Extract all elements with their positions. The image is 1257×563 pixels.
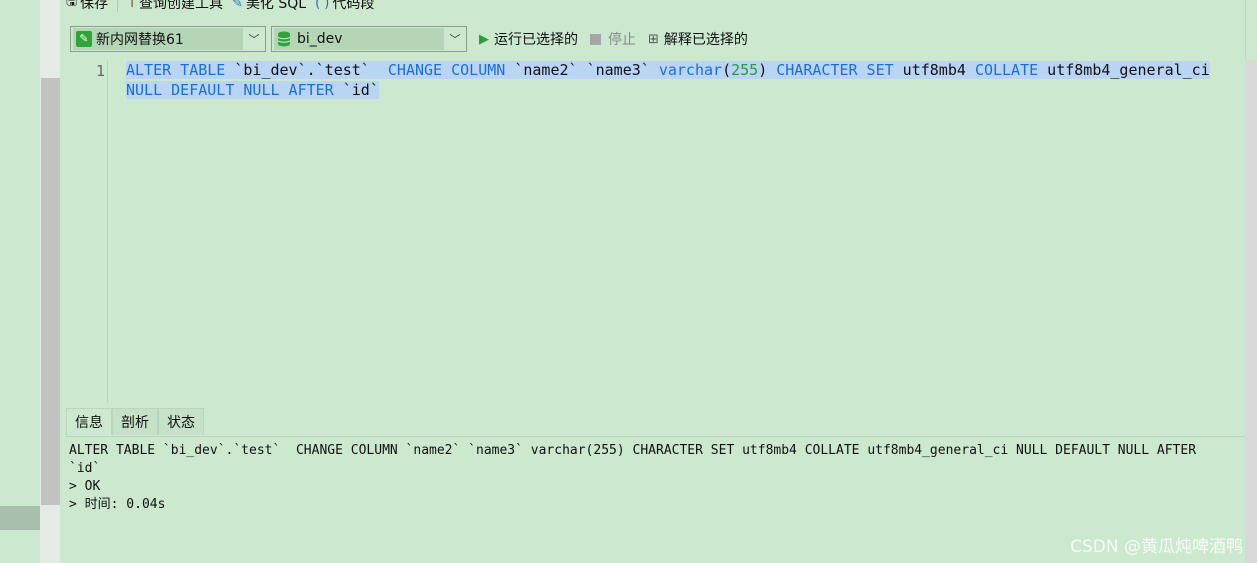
code-token: 255 xyxy=(731,61,759,79)
code-token: COLLATE xyxy=(974,61,1039,79)
code-token: utf8mb4 xyxy=(893,61,975,79)
save-button[interactable]: 🖫 保存 xyxy=(66,0,108,14)
beautify-sql-button[interactable]: ✎ 美化 SQL xyxy=(232,0,306,13)
result-line: `id` xyxy=(69,461,101,476)
code-line: NULL DEFAULT NULL AFTER `id` xyxy=(126,80,1226,100)
main-toolbar: 🖫 保存 T 查询创建工具 ✎ 美化 SQL ( ) 代码段 xyxy=(66,0,383,14)
connection-select[interactable]: ✎ 新内网替换61 ﹀ xyxy=(70,26,266,52)
result-panel: ALTER TABLE `bi_dev`.`test` CHANGE COLUM… xyxy=(66,436,1245,563)
stop-label: 停止 xyxy=(608,32,636,48)
code-snippet-button[interactable]: ( ) 代码段 xyxy=(315,0,374,13)
line-number: 1 xyxy=(95,62,105,80)
save-icon: 🖫 xyxy=(66,0,78,9)
code-token: utf8mb4_general_ci xyxy=(1038,61,1210,79)
explain-icon: ⊞ xyxy=(648,31,659,47)
code-token: `id` xyxy=(333,81,379,99)
run-selected-button[interactable]: ▶ 运行已选择的 xyxy=(479,29,578,49)
play-icon: ▶ xyxy=(479,31,489,47)
beautify-sql-label: 美化 SQL xyxy=(245,0,307,12)
vertical-scrollbar[interactable] xyxy=(1245,60,1257,563)
code-token: ) xyxy=(758,61,777,79)
code-token: `name2` `name3` xyxy=(505,61,659,79)
stop-button[interactable]: 停止 xyxy=(590,29,636,49)
sql-editor-window: 🖫 保存 T 查询创建工具 ✎ 美化 SQL ( ) 代码段 ✎ 新内网替换61… xyxy=(0,0,1257,563)
explain-selected-label: 解释已选择的 xyxy=(663,32,748,48)
result-tabs: 信息 剖析 状态 xyxy=(66,408,204,435)
database-icon xyxy=(277,31,291,47)
run-selected-label: 运行已选择的 xyxy=(494,32,578,48)
code-token: NULL DEFAULT NULL AFTER xyxy=(126,81,334,99)
result-line: > 时间: 0.04s xyxy=(69,497,166,512)
chevron-down-icon[interactable]: ﹀ xyxy=(444,27,466,51)
braces-icon: ( ) xyxy=(315,0,330,11)
database-selected: bi_dev xyxy=(297,31,343,47)
connection-selected: 新内网替换61 xyxy=(96,32,184,48)
stop-icon xyxy=(590,33,601,45)
sql-editor[interactable]: 1 ALTER TABLE `bi_dev`.`test` CHANGE COL… xyxy=(66,60,1245,403)
connection-icon: ✎ xyxy=(76,31,92,47)
tab-profile[interactable]: 剖析 xyxy=(112,408,158,435)
line-number-gutter: 1 xyxy=(66,60,108,403)
query-builder-button[interactable]: T 查询创建工具 xyxy=(128,0,223,13)
result-line: > OK xyxy=(69,479,101,494)
code-token: `bi_dev`.`test` xyxy=(225,61,388,79)
hammer-icon: T xyxy=(128,0,137,11)
query-builder-label: 查询创建工具 xyxy=(139,0,224,12)
result-line: ALTER TABLE `bi_dev`.`test` CHANGE COLUM… xyxy=(69,443,1197,458)
code-token: ( xyxy=(722,61,732,79)
code-token: CHARACTER SET xyxy=(776,61,894,79)
save-label: 保存 xyxy=(80,0,109,12)
magic-wand-icon: ✎ xyxy=(232,0,243,11)
right-border xyxy=(1245,0,1257,60)
code-line: ALTER TABLE `bi_dev`.`test` CHANGE COLUM… xyxy=(126,60,1226,80)
query-toolbar: ✎ 新内网替换61 ﹀ bi_dev ﹀ ▶ 运行已选择的 停止 ⊞ 解释已选择… xyxy=(70,26,748,52)
object-tree-pane xyxy=(0,0,40,563)
code-token: varchar xyxy=(658,61,723,79)
code-token: ALTER TABLE xyxy=(126,61,226,79)
tab-status[interactable]: 状态 xyxy=(158,408,204,435)
explain-selected-button[interactable]: ⊞ 解释已选择的 xyxy=(648,29,748,49)
tree-selected-item[interactable] xyxy=(0,506,40,530)
code-snippet-label: 代码段 xyxy=(332,0,375,12)
toolbar-divider xyxy=(117,0,119,12)
tree-scrollbar-thumb[interactable] xyxy=(41,78,60,505)
chevron-down-icon[interactable]: ﹀ xyxy=(243,27,265,51)
tree-scrollbar[interactable] xyxy=(40,0,60,563)
database-select[interactable]: bi_dev ﹀ xyxy=(271,26,467,52)
code-token: CHANGE COLUMN xyxy=(387,61,506,79)
watermark: CSDN @黄瓜炖啤酒鸭 xyxy=(1070,537,1243,557)
tab-info[interactable]: 信息 xyxy=(66,408,112,435)
code-area[interactable]: ALTER TABLE `bi_dev`.`test` CHANGE COLUM… xyxy=(126,60,1226,100)
